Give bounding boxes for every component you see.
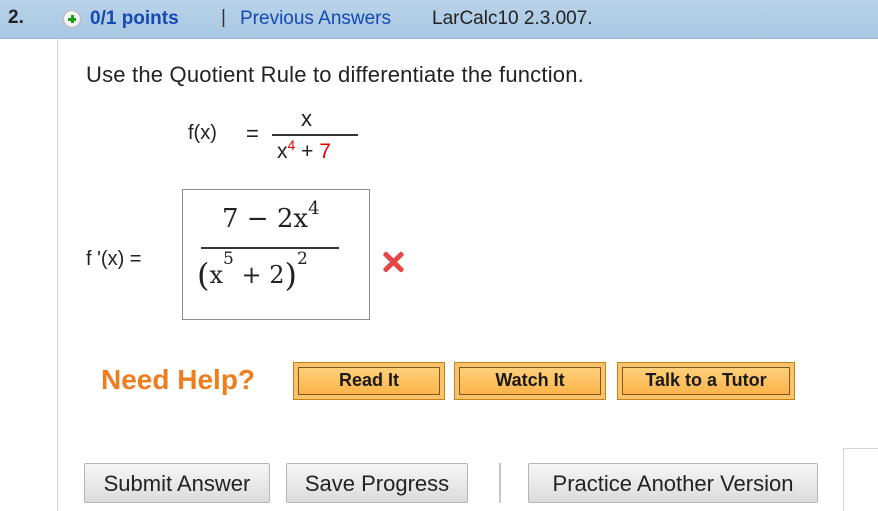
answer-fraction-bar [201, 247, 339, 249]
open-paren: ( [197, 256, 210, 294]
practice-another-version-button[interactable]: Practice Another Version [528, 463, 818, 503]
denominator-constant: 7 [319, 140, 331, 163]
submit-answer-button[interactable]: Submit Answer [84, 463, 270, 503]
answer-denominator-plus: + 2 [233, 261, 285, 289]
denominator-base: x [277, 140, 288, 163]
watch-it-label: Watch It [459, 367, 601, 395]
answer-denominator-base: x [209, 261, 224, 289]
answer-inner-exponent: 5 [223, 249, 234, 269]
question-number: 2. [8, 7, 24, 28]
previous-answers-link[interactable]: Previous Answers [240, 8, 391, 30]
left-divider [57, 39, 58, 511]
derivative-label: f '(x) = [86, 248, 142, 270]
close-paren: ) [284, 256, 297, 294]
panel-edge-left [843, 448, 844, 511]
save-progress-button[interactable]: Save Progress [286, 463, 468, 503]
question-prompt: Use the Quotient Rule to differentiate t… [86, 62, 584, 87]
plus-icon[interactable] [63, 10, 81, 28]
function-equals: = [246, 121, 259, 146]
read-it-label: Read It [298, 367, 440, 395]
watch-it-button[interactable]: Watch It [454, 362, 606, 400]
answer-input-box[interactable]: 7 − 2x4 (x5 + 2)2 [182, 189, 370, 320]
function-label: f(x) [188, 122, 217, 144]
function-numerator: x [301, 106, 312, 131]
button-separator [499, 463, 501, 503]
header-separator: | [221, 7, 226, 28]
answer-numerator-main: 7 − 2x [222, 204, 309, 234]
question-header: 2. 0/1 points | Previous Answers LarCalc… [0, 0, 878, 39]
function-denominator: x4 + 7 [277, 137, 331, 164]
panel-edge-top [843, 448, 878, 449]
denominator-plus: + [295, 140, 320, 163]
incorrect-x-icon [381, 250, 405, 274]
problem-code: LarCalc10 2.3.007. [432, 8, 593, 29]
answer-numerator: 7 − 2x4 [222, 198, 320, 234]
function-fraction-bar [272, 134, 358, 136]
points-link[interactable]: 0/1 points [90, 8, 179, 30]
answer-denominator: (x5 + 2)2 [197, 249, 308, 294]
denominator-exponent: 4 [287, 137, 296, 153]
answer-numerator-exponent: 4 [308, 198, 320, 219]
answer-outer-exponent: 2 [296, 249, 308, 269]
read-it-button[interactable]: Read It [293, 362, 445, 400]
need-help-label: Need Help? [101, 364, 256, 395]
talk-to-tutor-label: Talk to a Tutor [622, 367, 790, 395]
talk-to-tutor-button[interactable]: Talk to a Tutor [617, 362, 795, 400]
